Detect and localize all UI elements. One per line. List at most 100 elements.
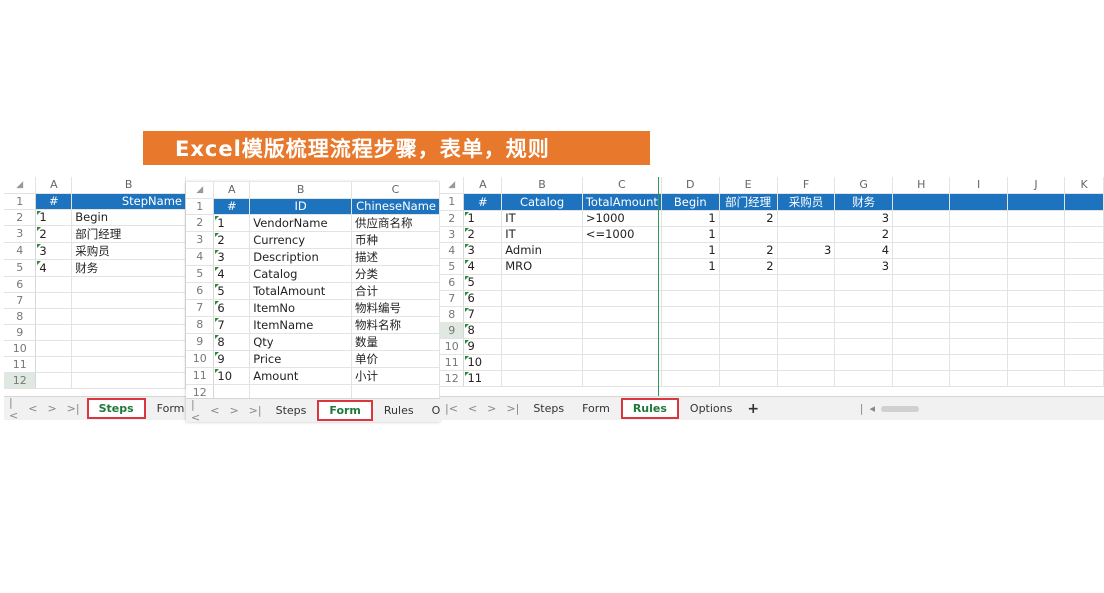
cell[interactable]: [71, 324, 186, 341]
cell[interactable]: 小计: [351, 367, 440, 385]
row-number[interactable]: 8: [440, 306, 465, 323]
row-number[interactable]: 12: [4, 372, 37, 389]
header-cell[interactable]: [949, 193, 1008, 211]
cell[interactable]: [777, 290, 836, 307]
cell[interactable]: [35, 372, 73, 389]
cell[interactable]: 2: [35, 225, 73, 243]
cell[interactable]: 5: [463, 274, 503, 291]
header-cell[interactable]: 采购员: [777, 193, 836, 211]
cell[interactable]: [1007, 274, 1066, 291]
cell[interactable]: Price: [249, 350, 352, 368]
cell[interactable]: [582, 354, 662, 371]
cell[interactable]: 3: [35, 242, 73, 260]
first-sheet-nav-icon[interactable]: |<: [9, 396, 18, 421]
cell[interactable]: 数量: [351, 333, 440, 351]
header-cell[interactable]: [1007, 193, 1066, 211]
cell[interactable]: 1: [35, 209, 73, 226]
row-number[interactable]: 5: [440, 258, 465, 275]
row-number[interactable]: 1: [186, 198, 215, 215]
cell[interactable]: [892, 354, 951, 371]
cell[interactable]: 1: [661, 226, 720, 243]
cell[interactable]: [1064, 354, 1104, 371]
header-cell[interactable]: [892, 193, 951, 211]
cell[interactable]: [71, 292, 186, 309]
cell[interactable]: [661, 354, 720, 371]
cell[interactable]: [1007, 306, 1066, 323]
cell[interactable]: 单价: [351, 350, 440, 368]
sheet-tab-op[interactable]: Op: [423, 402, 440, 419]
sheet-tab-steps[interactable]: Steps: [524, 400, 573, 417]
column-header-a[interactable]: A: [35, 177, 73, 194]
header-cell[interactable]: ID: [249, 198, 352, 215]
cell[interactable]: [892, 210, 951, 227]
row-number[interactable]: 6: [4, 276, 37, 293]
cell[interactable]: [892, 226, 951, 243]
row-number[interactable]: 3: [440, 226, 465, 243]
cell[interactable]: VendorName: [249, 214, 352, 232]
next-sheet-nav-icon[interactable]: >: [229, 404, 238, 417]
cell[interactable]: [71, 276, 186, 293]
cell[interactable]: [661, 306, 720, 323]
cell[interactable]: [661, 322, 720, 339]
cell[interactable]: [582, 322, 662, 339]
cell[interactable]: [661, 338, 720, 355]
cell[interactable]: [949, 258, 1008, 275]
row-number[interactable]: 7: [186, 299, 215, 317]
cell[interactable]: 4: [35, 259, 73, 277]
last-sheet-nav-icon[interactable]: >|: [506, 402, 519, 415]
cell[interactable]: [1007, 354, 1066, 371]
cell[interactable]: Currency: [249, 231, 352, 249]
cell[interactable]: 描述: [351, 248, 440, 266]
prev-sheet-nav-icon[interactable]: <: [468, 402, 477, 415]
horizontal-scrollbar[interactable]: | ◂: [860, 402, 919, 415]
cell[interactable]: [1007, 370, 1066, 387]
first-sheet-nav-icon[interactable]: |<: [445, 402, 458, 415]
cell[interactable]: IT: [501, 226, 583, 243]
cell[interactable]: 采购员: [71, 242, 186, 260]
cell[interactable]: [1064, 306, 1104, 323]
cell[interactable]: [501, 306, 583, 323]
cell[interactable]: [892, 370, 951, 387]
cell[interactable]: [949, 242, 1008, 259]
row-number[interactable]: 6: [186, 282, 215, 300]
cell[interactable]: [719, 226, 778, 243]
cell[interactable]: [719, 322, 778, 339]
cell[interactable]: 财务: [71, 259, 186, 277]
cell[interactable]: 6: [213, 299, 251, 317]
cell[interactable]: [35, 356, 73, 373]
cell[interactable]: [834, 290, 894, 307]
sheet-tab-steps[interactable]: Steps: [267, 402, 316, 419]
header-cell[interactable]: #: [463, 193, 503, 211]
row-number[interactable]: 2: [4, 209, 37, 226]
cell[interactable]: 9: [213, 350, 251, 368]
cell[interactable]: 7: [463, 306, 503, 323]
cell[interactable]: [892, 338, 951, 355]
cell[interactable]: [1064, 290, 1104, 307]
cell[interactable]: Admin: [501, 242, 583, 259]
cell[interactable]: [1007, 322, 1066, 339]
cell[interactable]: 11: [463, 370, 503, 387]
cell[interactable]: [35, 324, 73, 341]
row-number[interactable]: 6: [440, 274, 465, 291]
sheet-tab-rules[interactable]: Rules: [375, 402, 423, 419]
cell[interactable]: 3: [777, 242, 836, 259]
header-cell[interactable]: Begin: [661, 193, 720, 211]
cell[interactable]: ItemName: [249, 316, 352, 334]
cell[interactable]: 2: [719, 210, 778, 227]
column-header-g[interactable]: G: [834, 177, 894, 194]
column-header-c[interactable]: C: [582, 177, 662, 194]
cell[interactable]: [777, 226, 836, 243]
column-header-b[interactable]: B: [71, 177, 186, 194]
row-number[interactable]: 11: [186, 367, 215, 385]
cell[interactable]: [892, 274, 951, 291]
cell[interactable]: [1064, 370, 1104, 387]
cell[interactable]: 1: [661, 210, 720, 227]
cell[interactable]: MRO: [501, 258, 583, 275]
cell[interactable]: [834, 306, 894, 323]
column-header-a[interactable]: A: [213, 182, 251, 199]
cell[interactable]: [949, 306, 1008, 323]
cell[interactable]: [71, 356, 186, 373]
cell[interactable]: ItemNo: [249, 299, 352, 317]
cell[interactable]: [834, 274, 894, 291]
cell[interactable]: 4: [463, 258, 503, 275]
